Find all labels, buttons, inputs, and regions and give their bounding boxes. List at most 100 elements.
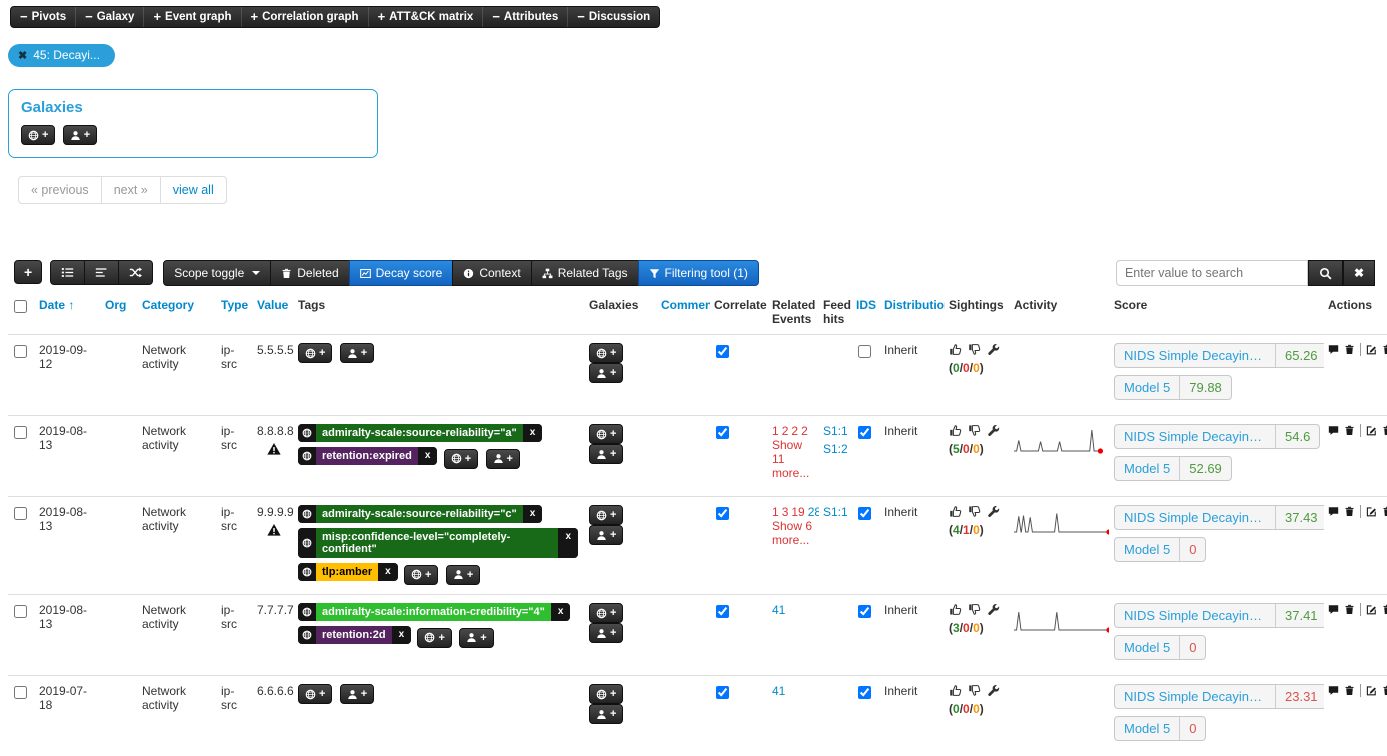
tab-attributes[interactable]: −Attributes xyxy=(482,7,567,27)
add-local-tag-button[interactable]: + xyxy=(459,628,493,648)
related-event-link[interactable]: 1 xyxy=(772,424,779,438)
add-global-tag-button[interactable]: + xyxy=(404,565,438,585)
ids-checkbox[interactable] xyxy=(858,345,871,358)
clear-search-button[interactable]: ✖ xyxy=(1343,260,1375,286)
trash-icon[interactable] xyxy=(1344,343,1355,356)
trash-icon[interactable] xyxy=(1344,424,1355,437)
thumb-down-icon[interactable] xyxy=(968,505,981,518)
related-event-link[interactable]: 2 xyxy=(791,424,798,438)
thumb-down-icon[interactable] xyxy=(968,603,981,616)
delete-icon[interactable] xyxy=(1382,505,1387,518)
add-local-tag-button[interactable]: + xyxy=(340,343,374,363)
edit-icon[interactable] xyxy=(1366,505,1377,518)
edit-icon[interactable] xyxy=(1366,684,1377,697)
comment-icon[interactable] xyxy=(1328,603,1339,616)
tab-pivots[interactable]: −Pivots xyxy=(11,7,75,27)
trash-icon[interactable] xyxy=(1344,603,1355,616)
wrench-icon[interactable] xyxy=(987,684,1000,697)
remove-tag-button[interactable]: x xyxy=(551,603,571,621)
decay-score-badge[interactable]: NIDS Simple Decaying ... 65.26 xyxy=(1114,343,1324,368)
add-global-tag-button[interactable]: + xyxy=(444,449,478,469)
add-global-tag-button[interactable]: + xyxy=(417,628,451,648)
feed-hit-link[interactable]: S1:1 xyxy=(823,424,848,438)
decay-score-badge[interactable]: Model 5 0 xyxy=(1114,537,1206,562)
comment-icon[interactable] xyxy=(1328,424,1339,437)
globe-icon[interactable] xyxy=(298,528,316,558)
comment-icon[interactable] xyxy=(1328,684,1339,697)
thumb-up-icon[interactable] xyxy=(949,424,962,437)
list-view-button[interactable] xyxy=(50,260,85,285)
tab-discussion[interactable]: −Discussion xyxy=(567,7,659,27)
related-event-link[interactable]: 19 xyxy=(791,505,804,519)
related-event-link[interactable]: 28 xyxy=(808,505,819,519)
decay-score-badge[interactable]: Model 5 0 xyxy=(1114,716,1206,741)
filtering-tool-button[interactable]: Filtering tool (1) xyxy=(638,260,759,286)
add-local-galaxy-button[interactable]: + xyxy=(589,623,623,643)
thumb-down-icon[interactable] xyxy=(968,684,981,697)
feed-hit-link[interactable]: S1:1 xyxy=(823,505,848,519)
related-event-link[interactable]: 2 xyxy=(801,424,808,438)
edit-icon[interactable] xyxy=(1366,603,1377,616)
header-ids[interactable]: IDS xyxy=(852,289,880,335)
related-event-link[interactable]: 1 xyxy=(772,505,779,519)
decay-score-badge[interactable]: Model 5 79.88 xyxy=(1114,375,1232,400)
row-select-checkbox[interactable] xyxy=(14,605,27,618)
add-global-tag-button[interactable]: + xyxy=(298,684,332,704)
thumb-down-icon[interactable] xyxy=(968,343,981,356)
proposal-view-button[interactable] xyxy=(84,260,119,285)
tab-event-graph[interactable]: +Event graph xyxy=(143,7,240,27)
globe-icon[interactable] xyxy=(298,424,316,442)
decay-score-badge[interactable]: Model 5 0 xyxy=(1114,635,1206,660)
delete-icon[interactable] xyxy=(1382,684,1387,697)
ids-checkbox[interactable] xyxy=(858,605,871,618)
globe-icon[interactable] xyxy=(298,603,316,621)
globe-icon[interactable] xyxy=(298,626,316,644)
remove-tag-button[interactable]: x xyxy=(378,563,398,581)
trash-icon[interactable] xyxy=(1344,684,1355,697)
decay-score-badge[interactable]: NIDS Simple Decaying ... 54.6 xyxy=(1114,424,1320,449)
header-date[interactable]: Date ↑ xyxy=(35,289,101,335)
comment-icon[interactable] xyxy=(1328,343,1339,356)
show-more-link[interactable]: Show 6 more... xyxy=(772,519,812,547)
add-local-galaxy-button[interactable]: + xyxy=(589,525,623,545)
add-local-tag-button[interactable]: + xyxy=(486,449,520,469)
remove-tag-button[interactable]: x xyxy=(523,424,543,442)
feed-hit-link[interactable]: S1:2 xyxy=(823,442,848,456)
decay-score-button[interactable]: Decay score xyxy=(349,260,454,286)
decay-score-badge[interactable]: NIDS Simple Decaying ... 37.41 xyxy=(1114,603,1324,628)
row-select-checkbox[interactable] xyxy=(14,507,27,520)
thumb-up-icon[interactable] xyxy=(949,603,962,616)
related-event-link[interactable]: 3 xyxy=(782,505,789,519)
thumb-up-icon[interactable] xyxy=(949,505,962,518)
add-local-galaxy-button[interactable]: + xyxy=(589,444,623,464)
close-icon[interactable]: ✖ xyxy=(18,49,27,62)
globe-icon[interactable] xyxy=(298,563,316,581)
deleted-button[interactable]: Deleted xyxy=(270,260,349,286)
related-event-link[interactable]: 2 xyxy=(782,424,789,438)
header-value[interactable]: Value xyxy=(253,289,294,335)
select-all-checkbox[interactable] xyxy=(14,300,27,313)
correlate-checkbox[interactable] xyxy=(716,605,729,618)
globe-icon[interactable] xyxy=(298,447,316,465)
remove-tag-button[interactable]: x xyxy=(523,505,543,523)
related-event-link[interactable]: 41 xyxy=(772,603,785,617)
correlate-checkbox[interactable] xyxy=(716,686,729,699)
add-global-galaxy-button[interactable]: + xyxy=(21,125,55,145)
header-distribution[interactable]: Distribution xyxy=(880,289,945,335)
decay-score-badge[interactable]: NIDS Simple Decaying ... 23.31 xyxy=(1114,684,1324,709)
delete-icon[interactable] xyxy=(1382,424,1387,437)
add-attribute-button[interactable]: + xyxy=(14,260,42,284)
add-global-tag-button[interactable]: + xyxy=(298,343,332,363)
add-global-galaxy-button[interactable]: + xyxy=(589,343,623,363)
thumb-up-icon[interactable] xyxy=(949,343,962,356)
header-type[interactable]: Type xyxy=(217,289,253,335)
comment-icon[interactable] xyxy=(1328,505,1339,518)
thumb-up-icon[interactable] xyxy=(949,684,962,697)
tab-correlation-graph[interactable]: +Correlation graph xyxy=(241,7,368,27)
add-global-galaxy-button[interactable]: + xyxy=(589,603,623,623)
header-comment[interactable]: Comment xyxy=(657,289,710,335)
wrench-icon[interactable] xyxy=(987,505,1000,518)
header-category[interactable]: Category xyxy=(138,289,217,335)
edit-icon[interactable] xyxy=(1366,424,1377,437)
next-page-button[interactable]: next » xyxy=(101,176,161,204)
